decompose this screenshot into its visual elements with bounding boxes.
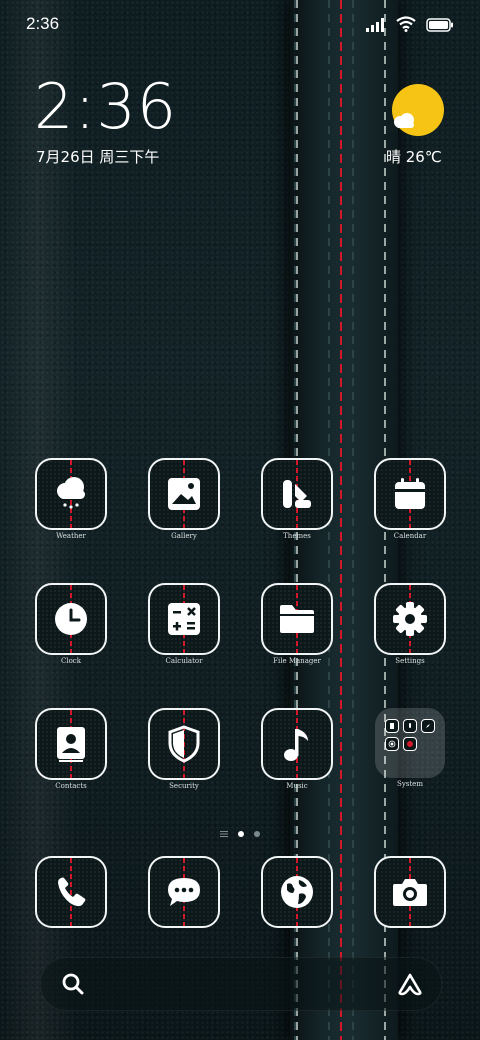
assistant-icon[interactable] <box>397 972 423 996</box>
message-icon <box>168 878 200 906</box>
app-label: Music <box>286 782 308 790</box>
app-weather[interactable]: Weather <box>23 458 119 540</box>
signal-icon <box>366 18 384 32</box>
app-themes[interactable]: Themes <box>249 458 345 540</box>
app-label: Security <box>169 782 199 790</box>
clock-widget-date: 7月26日 周三下午 <box>36 148 160 166</box>
app-label: File Manager <box>273 657 321 665</box>
app-label: Weather <box>56 532 86 540</box>
folder-group-icon <box>375 708 445 778</box>
phone-icon <box>58 877 86 907</box>
app-calendar[interactable]: Calendar <box>362 458 458 540</box>
globe-icon <box>281 876 313 908</box>
mini-mic-icon <box>403 719 417 733</box>
wifi-icon <box>396 16 416 32</box>
sun-icon[interactable] <box>392 84 444 136</box>
weather-widget-text: 晴 26℃ <box>386 148 442 166</box>
dock-phone[interactable] <box>23 856 119 928</box>
app-label: System <box>397 780 423 788</box>
app-settings[interactable]: Settings <box>362 583 458 665</box>
search-bar[interactable] <box>40 957 442 1011</box>
clock-widget-time[interactable]: 2:36 <box>34 76 177 138</box>
status-icons <box>366 16 454 32</box>
contacts-icon <box>57 727 85 762</box>
calendar-icon <box>395 478 425 509</box>
battery-icon <box>426 18 453 32</box>
gallery-icon <box>168 478 200 510</box>
page-indicator-feed-icon[interactable] <box>220 831 228 837</box>
status-bar: 2:36 <box>0 0 480 50</box>
themes-icon <box>283 480 311 508</box>
app-label: Gallery <box>171 532 197 540</box>
app-label: Settings <box>395 657 425 665</box>
app-contacts[interactable]: Contacts <box>23 708 119 790</box>
shield-icon <box>168 725 200 763</box>
page-dot-active[interactable] <box>238 831 244 837</box>
app-security[interactable]: Security <box>136 708 232 790</box>
gear-icon <box>393 602 427 636</box>
cloud-icon <box>394 113 414 128</box>
app-label: Themes <box>283 532 311 540</box>
dock-messages[interactable] <box>136 856 232 928</box>
status-time: 2:36 <box>26 14 60 33</box>
app-folder-system[interactable]: System <box>362 708 458 788</box>
app-label: Calendar <box>393 532 427 540</box>
app-calculator[interactable]: Calculator <box>136 583 232 665</box>
app-file-manager[interactable]: File Manager <box>249 583 345 665</box>
app-music[interactable]: Music <box>249 708 345 790</box>
app-clock[interactable]: Clock <box>23 583 119 665</box>
calculator-icon <box>168 603 200 635</box>
music-note-icon <box>284 729 308 761</box>
mini-compass-icon <box>421 719 435 733</box>
dock-browser[interactable] <box>249 856 345 928</box>
dock-camera[interactable] <box>362 856 458 928</box>
mini-recorder-icon <box>385 719 399 733</box>
app-label: Clock <box>61 657 81 665</box>
page-indicator[interactable] <box>0 831 480 837</box>
app-gallery[interactable]: Gallery <box>136 458 232 540</box>
app-label: Calculator <box>165 657 203 665</box>
camera-icon <box>393 879 427 906</box>
app-label: Contacts <box>55 782 87 790</box>
clock-icon <box>55 603 87 635</box>
search-icon[interactable] <box>61 972 85 996</box>
folder-icon <box>280 605 314 633</box>
mini-radio-icon <box>385 737 399 751</box>
page-dot[interactable] <box>254 831 260 837</box>
mini-record-icon <box>403 737 417 751</box>
weather-icon <box>57 477 85 509</box>
